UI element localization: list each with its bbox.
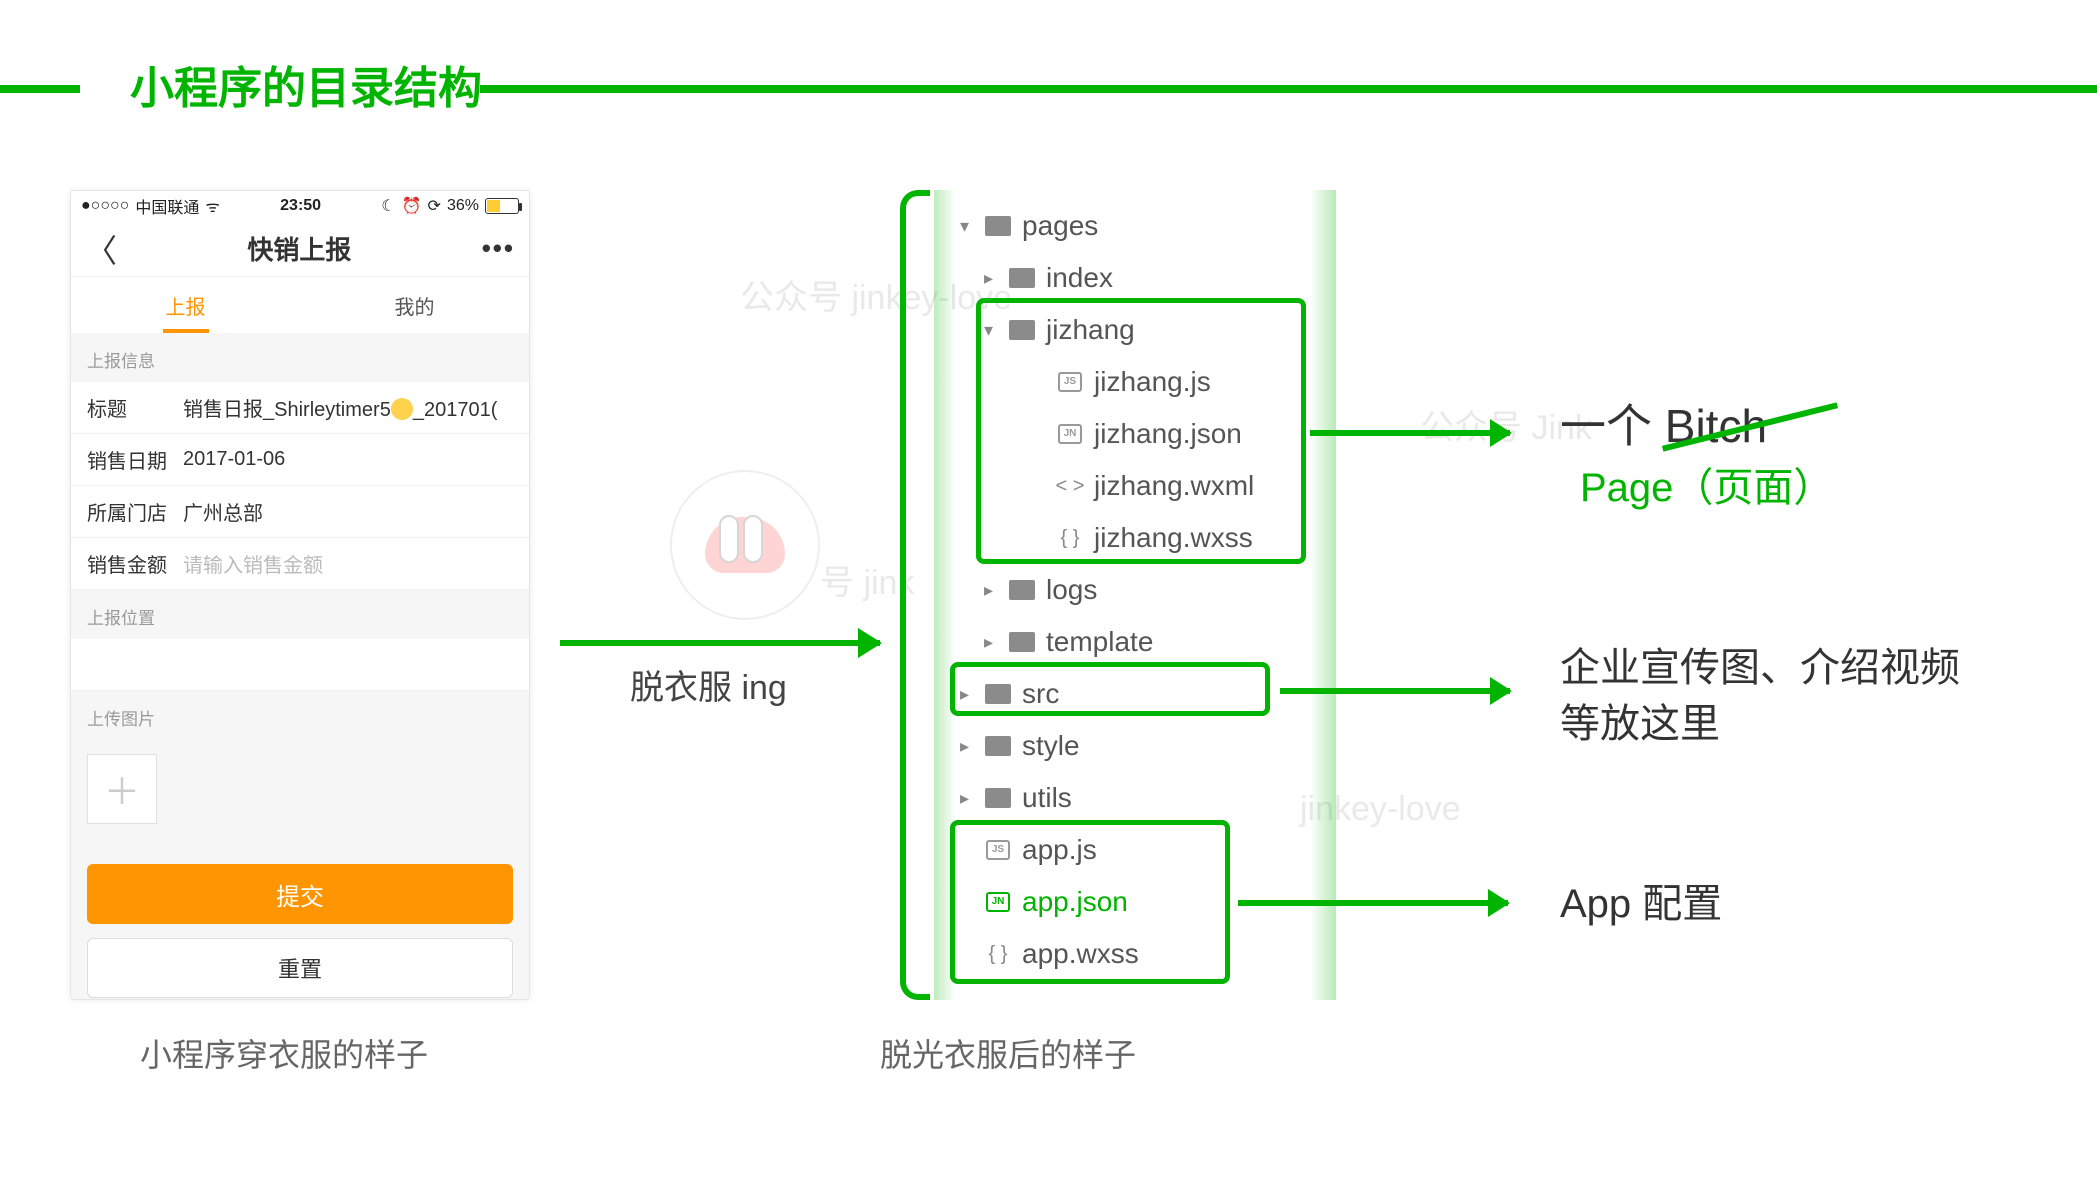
anno-src: 企业宣传图、介绍视频等放这里 (1560, 640, 1980, 752)
status-bar: ●○○○○ 中国联通 ᯤ 23:50 ☾ ⏰ ⟳ 36% (71, 191, 529, 221)
row-location-empty[interactable] (71, 639, 529, 691)
row-date[interactable]: 销售日期 2017-01-06 (71, 434, 529, 486)
tree-index[interactable]: ▸index (960, 252, 1330, 304)
highlight-app-files (950, 820, 1230, 984)
tree-style[interactable]: ▸style (960, 720, 1330, 772)
caption-with-clothes: 小程序穿衣服的样子 (140, 1030, 428, 1076)
amount-placeholder: 请输入销售金额 (183, 549, 513, 578)
section-info-label: 上报信息 (71, 333, 529, 382)
tree-logs[interactable]: ▸logs (960, 564, 1330, 616)
signal-dots: ●○○○○ (81, 197, 129, 215)
caption-naked: 脱光衣服后的样子 (880, 1030, 1136, 1076)
slide-title-bar: 小程序的目录结构 (0, 82, 2097, 92)
store-label: 所属门店 (87, 497, 183, 526)
folder-icon (1009, 268, 1035, 288)
slide-title: 小程序的目录结构 (130, 52, 482, 116)
tab-report[interactable]: 上报 (71, 277, 300, 333)
phone-mockup: ●○○○○ 中国联通 ᯤ 23:50 ☾ ⏰ ⟳ 36% 〈 快销上报 ••• … (70, 190, 530, 1000)
upload-image-button[interactable]: ＋ (87, 754, 157, 824)
row-store[interactable]: 所属门店 广州总部 (71, 486, 529, 538)
folder-icon (985, 736, 1011, 756)
more-icon[interactable]: ••• (482, 233, 515, 264)
sticker-icon (670, 470, 820, 620)
store-value: 广州总部 (183, 497, 513, 526)
emoji-icon (391, 398, 413, 420)
anno-app: App 配置 (1560, 876, 1722, 932)
date-label: 销售日期 (87, 445, 183, 474)
section-loc-label: 上报位置 (71, 590, 529, 639)
caption-undressing: 脱衣服 ing (630, 660, 787, 709)
back-icon[interactable]: 〈 (85, 226, 117, 272)
arrow-to-page-anno (1310, 430, 1510, 436)
tree-template[interactable]: ▸template (960, 616, 1330, 668)
tabs: 上报 我的 (71, 277, 529, 333)
tree-utils[interactable]: ▸utils (960, 772, 1330, 824)
battery-percent: 36% (447, 197, 479, 215)
folder-icon (1009, 580, 1035, 600)
folder-icon (1009, 632, 1035, 652)
carrier-label: 中国联通 (135, 194, 199, 218)
reset-button[interactable]: 重置 (87, 938, 513, 998)
tab-report-label: 上报 (166, 291, 206, 320)
tree-label: utils (1022, 772, 1072, 824)
tree-bracket (900, 190, 930, 1000)
title-rule-right (480, 85, 2097, 93)
arrow-phone-to-tree (560, 640, 880, 646)
title-rule-left (0, 85, 80, 93)
amount-label: 销售金额 (87, 549, 183, 578)
tree-label: style (1022, 720, 1080, 772)
row-amount[interactable]: 销售金额 请输入销售金额 (71, 538, 529, 590)
rotation-lock-icon: ⟳ (428, 196, 441, 216)
battery-icon (485, 198, 519, 214)
nav-title: 快销上报 (247, 230, 351, 267)
alarm-icon: ⏰ (402, 196, 422, 216)
submit-label: 提交 (276, 877, 324, 912)
clock: 23:50 (280, 197, 321, 215)
nav-bar: 〈 快销上报 ••• (71, 221, 529, 277)
tab-mine-label: 我的 (395, 291, 435, 320)
reset-label: 重置 (278, 952, 322, 984)
section-pic-label: 上传图片 (71, 691, 529, 740)
highlight-src (950, 662, 1270, 716)
submit-button[interactable]: 提交 (87, 864, 513, 924)
moon-icon: ☾ (381, 196, 395, 216)
tree-label: index (1046, 252, 1113, 304)
date-value: 2017-01-06 (183, 448, 513, 471)
folder-icon (985, 216, 1011, 236)
row-title[interactable]: 标题 销售日报_Shirleytimer5_201701( (71, 382, 529, 434)
highlight-jizhang (976, 298, 1306, 564)
arrow-to-app-anno (1238, 900, 1508, 906)
title-label: 标题 (87, 393, 183, 422)
arrow-to-src-anno (1280, 688, 1510, 694)
tree-label: logs (1046, 564, 1097, 616)
wifi-icon: ᯤ (205, 195, 220, 217)
title-value: 销售日报_Shirleytimer5_201701( (183, 393, 513, 422)
tree-label: pages (1022, 200, 1098, 252)
folder-icon (985, 788, 1011, 808)
anno-page-correct: Page（页面） (1580, 460, 1833, 516)
tree-label: template (1046, 616, 1153, 668)
tab-mine[interactable]: 我的 (300, 277, 529, 333)
tree-pages[interactable]: ▾pages (960, 200, 1330, 252)
